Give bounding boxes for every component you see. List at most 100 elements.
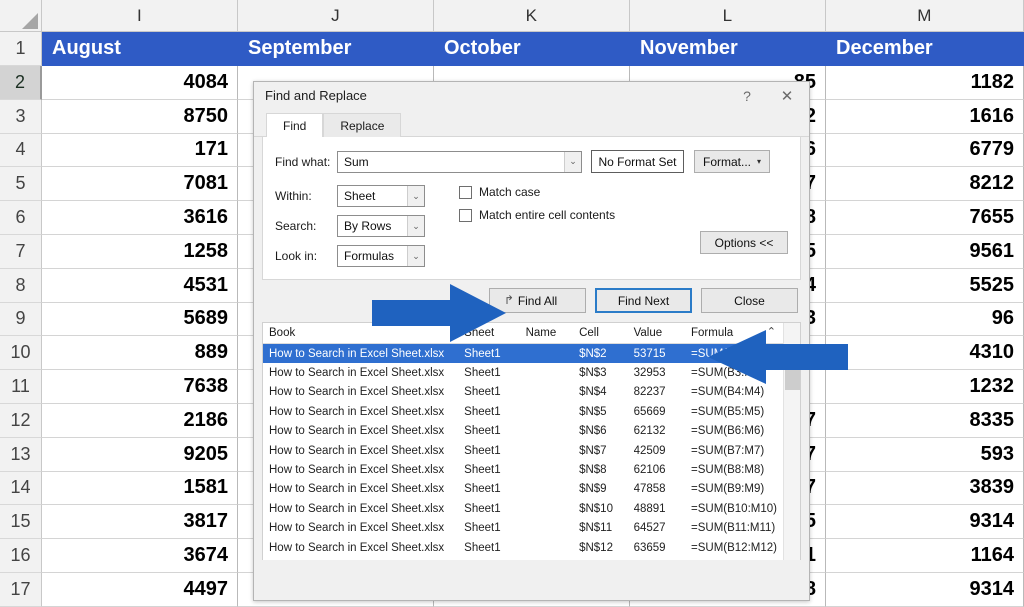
chevron-down-icon[interactable]: ⌄ [564, 152, 581, 172]
cell-M2[interactable]: 1182 [826, 66, 1024, 100]
cell-M9[interactable]: 96 [826, 303, 1024, 337]
row-header-1[interactable]: 1 [0, 32, 42, 66]
row-header-6[interactable]: 6 [0, 201, 42, 235]
column-header-cell[interactable]: Cell [579, 327, 633, 339]
row-header-3[interactable]: 3 [0, 100, 42, 134]
row-header-14[interactable]: 14 [0, 472, 42, 506]
cell-M6[interactable]: 7655 [826, 201, 1024, 235]
row-header-10[interactable]: 10 [0, 336, 42, 370]
cell-I3[interactable]: 8750 [42, 100, 238, 134]
results-row[interactable]: How to Search in Excel Sheet.xlsxSheet1$… [263, 422, 800, 441]
cell-I17[interactable]: 4497 [42, 573, 238, 607]
match-entire-cell-contents-checkbox[interactable] [459, 209, 472, 222]
select-all-corner[interactable] [0, 0, 42, 32]
row-header-11[interactable]: 11 [0, 370, 42, 404]
cell-M10[interactable]: 4310 [826, 336, 1024, 370]
results-row[interactable]: How to Search in Excel Sheet.xlsxSheet1$… [263, 557, 800, 560]
results-row[interactable]: How to Search in Excel Sheet.xlsxSheet1$… [263, 499, 800, 518]
search-input[interactable]: Sum ⌄ [337, 151, 582, 173]
column-header-L[interactable]: L [630, 0, 826, 32]
help-icon[interactable]: ? [729, 83, 765, 109]
cell-M15[interactable]: 9314 [826, 505, 1024, 539]
cell-I13[interactable]: 9205 [42, 438, 238, 472]
results-row[interactable]: How to Search in Excel Sheet.xlsxSheet1$… [263, 480, 800, 499]
cell-M7[interactable]: 9561 [826, 235, 1024, 269]
cell-M12[interactable]: 8335 [826, 404, 1024, 438]
results-row[interactable]: How to Search in Excel Sheet.xlsxSheet1$… [263, 402, 800, 421]
column-header-M[interactable]: M [826, 0, 1024, 32]
results-row[interactable]: How to Search in Excel Sheet.xlsxSheet1$… [263, 460, 800, 479]
row-header-12[interactable]: 12 [0, 404, 42, 438]
results-row[interactable]: How to Search in Excel Sheet.xlsxSheet1$… [263, 383, 800, 402]
close-button[interactable]: Close [701, 288, 798, 313]
match-case-label: Match case [479, 185, 540, 199]
cell-I4[interactable]: 171 [42, 134, 238, 168]
cell-M1[interactable]: December [826, 32, 1024, 66]
cell-L1[interactable]: November [630, 32, 826, 66]
cell-I10[interactable]: 889 [42, 336, 238, 370]
cell-I5[interactable]: 7081 [42, 167, 238, 201]
search-select[interactable]: By Rows ⌄ [337, 215, 425, 237]
dialog-titlebar[interactable]: Find and Replace ? ✕ [254, 82, 809, 109]
cell-M11[interactable]: 1232 [826, 370, 1024, 404]
row-header-7[interactable]: 7 [0, 235, 42, 269]
column-header-value[interactable]: Value [634, 327, 691, 339]
cell-I8[interactable]: 4531 [42, 269, 238, 303]
row-header-5[interactable]: 5 [0, 167, 42, 201]
cell-I12[interactable]: 2186 [42, 404, 238, 438]
close-icon[interactable]: ✕ [765, 83, 809, 109]
chevron-down-icon[interactable]: ⌄ [407, 216, 424, 236]
chevron-down-icon[interactable]: ⌄ [407, 186, 424, 206]
find-what-value[interactable]: Sum [338, 155, 564, 169]
cell-M14[interactable]: 3839 [826, 472, 1024, 506]
row-header-8[interactable]: 8 [0, 269, 42, 303]
row-header-2[interactable]: 2 [0, 66, 42, 100]
match-case-checkbox[interactable] [459, 186, 472, 199]
column-header-J[interactable]: J [238, 0, 434, 32]
cell-I2[interactable]: 4084 [42, 66, 238, 100]
cell-I7[interactable]: 1258 [42, 235, 238, 269]
cell-M5[interactable]: 8212 [826, 167, 1024, 201]
results-cell-cell: $N$12 [579, 542, 633, 554]
within-select[interactable]: Sheet ⌄ [337, 185, 425, 207]
format-button[interactable]: Format... ▾ [694, 150, 770, 173]
cell-M8[interactable]: 5525 [826, 269, 1024, 303]
no-format-set-button[interactable]: No Format Set [591, 150, 684, 173]
format-button-label: Format... [703, 155, 751, 169]
cell-I6[interactable]: 3616 [42, 201, 238, 235]
cell-I9[interactable]: 5689 [42, 303, 238, 337]
cell-I1[interactable]: August [42, 32, 238, 66]
options-button[interactable]: Options << [700, 231, 788, 254]
row-header-13[interactable]: 13 [0, 438, 42, 472]
cell-I15[interactable]: 3817 [42, 505, 238, 539]
column-header-K[interactable]: K [434, 0, 630, 32]
tab-find[interactable]: Find [266, 113, 323, 137]
find-next-button[interactable]: Find Next [595, 288, 692, 313]
cell-K1[interactable]: October [434, 32, 630, 66]
tab-replace[interactable]: Replace [323, 113, 401, 137]
cell-J1[interactable]: September [238, 32, 434, 66]
cell-M17[interactable]: 9314 [826, 573, 1024, 607]
match-entire-row[interactable]: Match entire cell contents [459, 208, 788, 222]
results-row[interactable]: How to Search in Excel Sheet.xlsxSheet1$… [263, 519, 800, 538]
row-header-16[interactable]: 16 [0, 539, 42, 573]
match-case-row[interactable]: Match case [459, 185, 788, 199]
cell-I14[interactable]: 1581 [42, 472, 238, 506]
cell-M13[interactable]: 593 [826, 438, 1024, 472]
row-header-17[interactable]: 17 [0, 573, 42, 607]
cell-M3[interactable]: 1616 [826, 100, 1024, 134]
cell-I16[interactable]: 3674 [42, 539, 238, 573]
cell-I11[interactable]: 7638 [42, 370, 238, 404]
row-header-4[interactable]: 4 [0, 134, 42, 168]
column-header-I[interactable]: I [42, 0, 238, 32]
chevron-down-icon[interactable]: ⌄ [407, 246, 424, 266]
cell-M16[interactable]: 1164 [826, 539, 1024, 573]
results-row[interactable]: How to Search in Excel Sheet.xlsxSheet1$… [263, 441, 800, 460]
row-header-15[interactable]: 15 [0, 505, 42, 539]
cell-M4[interactable]: 6779 [826, 134, 1024, 168]
results-cell-cell: $N$4 [579, 386, 633, 398]
column-header-name[interactable]: Name [526, 327, 580, 339]
results-row[interactable]: How to Search in Excel Sheet.xlsxSheet1$… [263, 538, 800, 557]
look-in-select[interactable]: Formulas ⌄ [337, 245, 425, 267]
row-header-9[interactable]: 9 [0, 303, 42, 337]
